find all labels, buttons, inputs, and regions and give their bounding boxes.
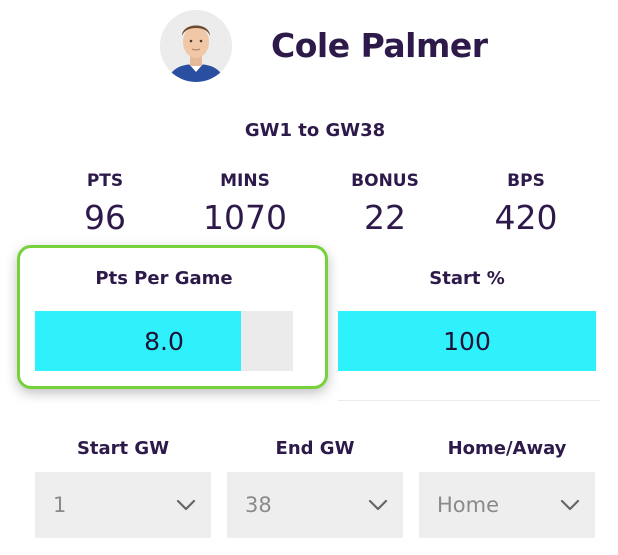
start-gw-select[interactable]: 1 (35, 472, 211, 538)
stat-label: PTS (86, 171, 124, 191)
player-avatar-icon (160, 10, 232, 82)
stat-label: BONUS (351, 171, 419, 191)
end-gw-value: 38 (245, 493, 272, 517)
stat-bps: BPS 420 (446, 170, 606, 240)
home-away-select[interactable]: Home (419, 472, 595, 538)
pts-per-game-label: Pts Per Game (95, 268, 233, 289)
stat-mins: MINS 1070 (165, 170, 325, 240)
stat-value: 22 (364, 198, 406, 237)
stat-bonus: BONUS 22 (305, 170, 465, 240)
chevron-down-icon (368, 499, 388, 511)
chevron-down-icon (560, 499, 580, 511)
start-pct-value: 100 (443, 326, 491, 356)
chevron-down-icon (176, 499, 196, 511)
start-pct-bar: 100 (338, 311, 596, 371)
stat-label: BPS (507, 171, 545, 191)
start-pct-label: Start % (429, 268, 505, 289)
stat-label: MINS (220, 171, 270, 191)
section-divider (338, 400, 600, 401)
start-gw-label: Start GW (76, 438, 170, 459)
home-away-label: Home/Away (447, 438, 567, 459)
home-away-value: Home (437, 493, 500, 517)
stat-value: 1070 (203, 198, 287, 237)
gameweek-range: GW1 to GW38 (244, 120, 386, 141)
end-gw-select[interactable]: 38 (227, 472, 403, 538)
stat-value: 96 (84, 198, 126, 237)
pts-per-game-bar: 8.0 (35, 311, 293, 371)
end-gw-label: End GW (275, 438, 355, 459)
player-avatar (160, 10, 232, 82)
start-gw-value: 1 (53, 493, 67, 517)
player-name: Cole Palmer (271, 26, 488, 65)
stat-pts: PTS 96 (25, 170, 185, 240)
pts-per-game-value: 8.0 (144, 326, 184, 356)
stat-value: 420 (494, 198, 558, 237)
